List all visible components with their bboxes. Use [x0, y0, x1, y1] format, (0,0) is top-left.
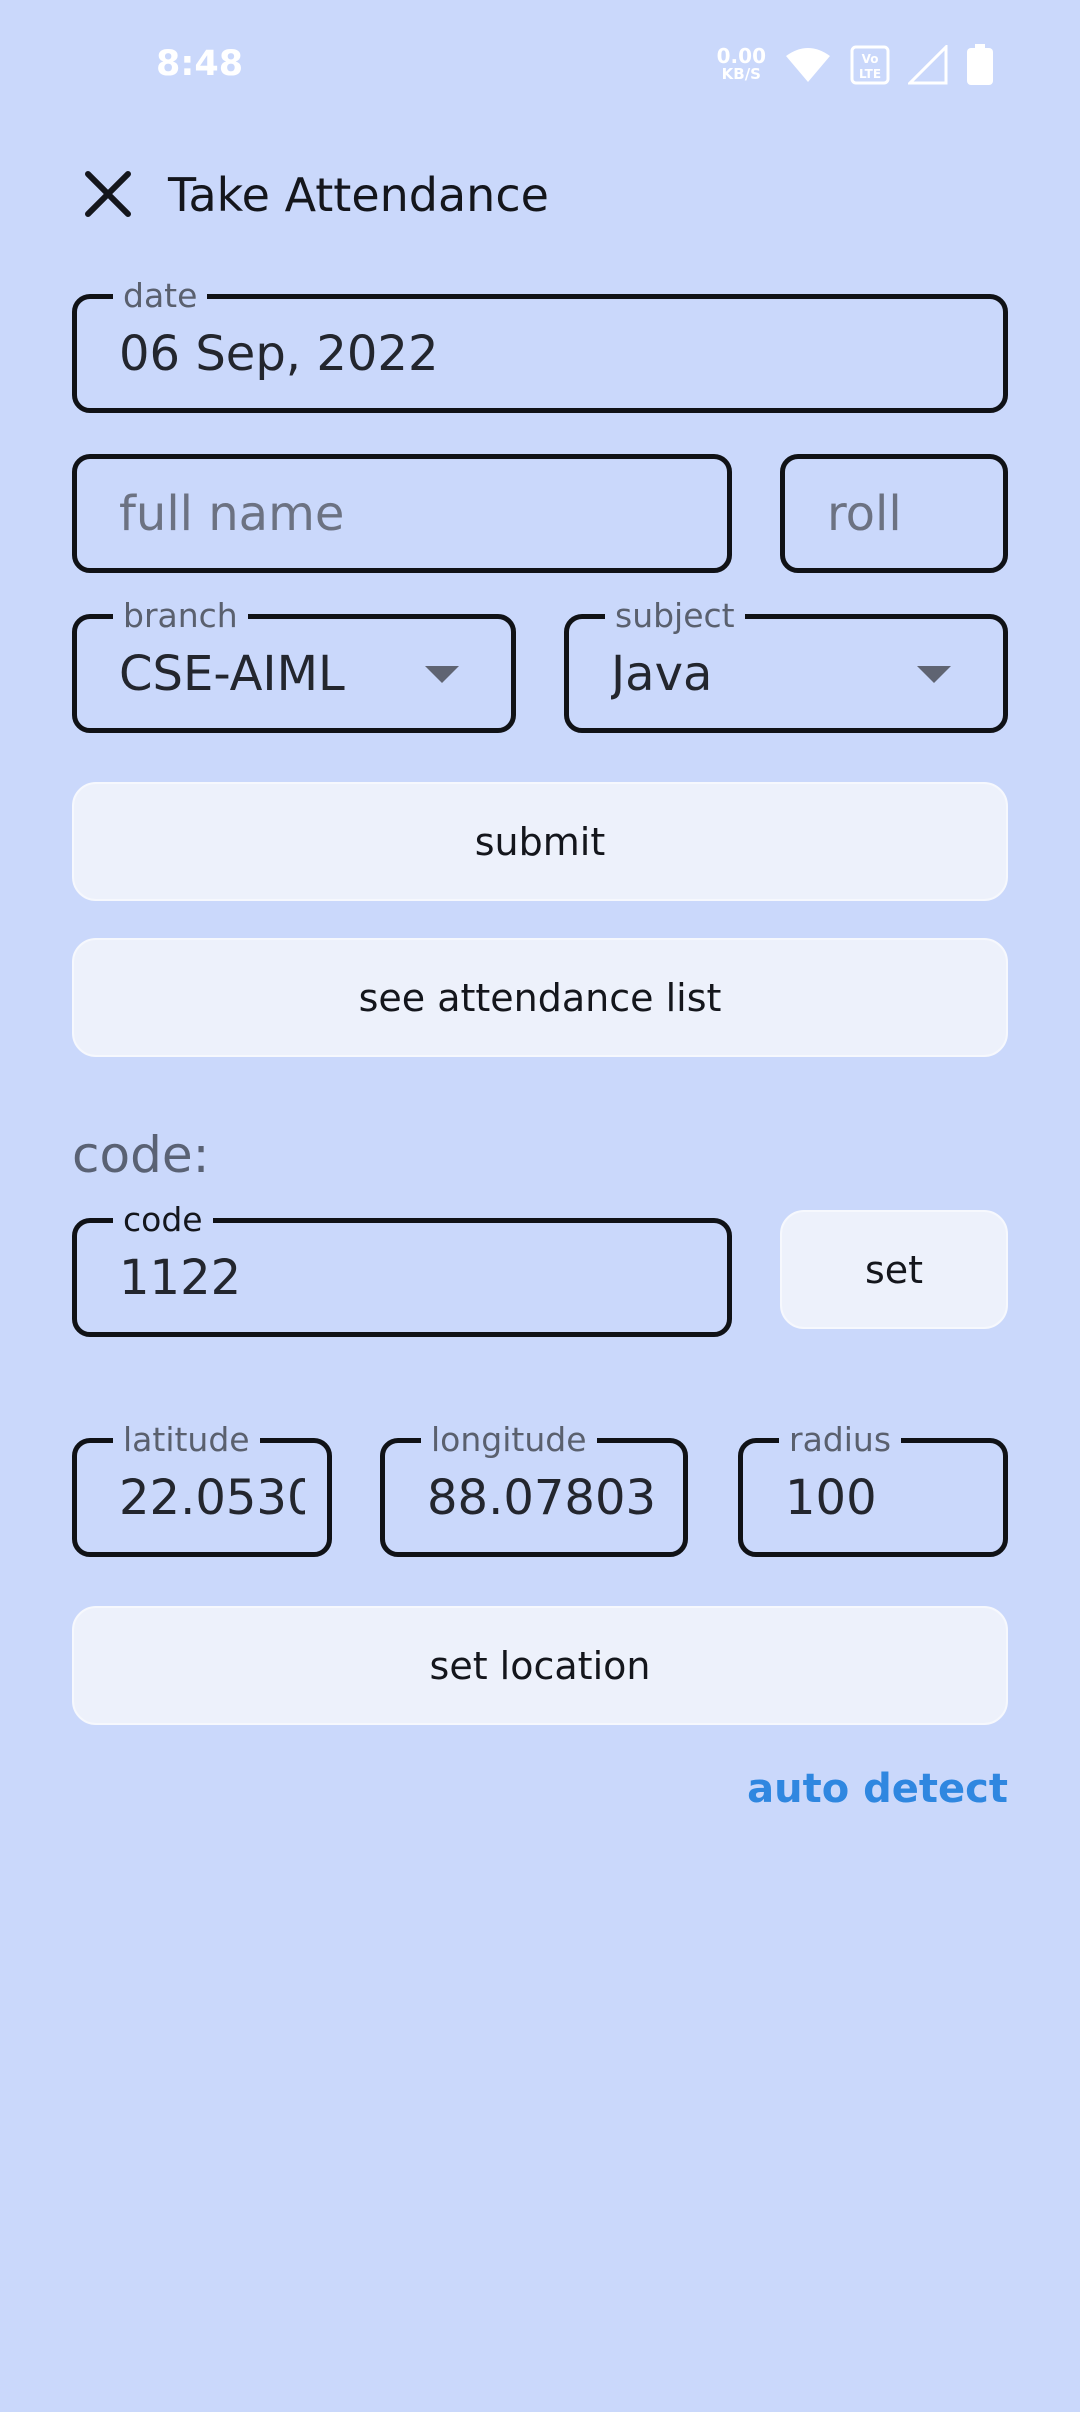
branch-dropdown[interactable]: branch CSE-AIML: [72, 597, 516, 733]
svg-text:LTE: LTE: [859, 67, 881, 81]
longitude-input[interactable]: longitude 88.07803: [380, 1421, 688, 1557]
subject-label: subject: [605, 597, 745, 635]
net-speed-unit: KB/S: [721, 65, 761, 83]
close-icon: [85, 171, 131, 217]
dropdown-arrow-icon: [425, 665, 459, 683]
longitude-label: longitude: [421, 1421, 597, 1459]
wifi-icon: [786, 48, 830, 82]
full-name-input[interactable]: full name: [72, 454, 732, 573]
set-code-button[interactable]: set: [780, 1210, 1008, 1329]
set-location-button[interactable]: set location: [72, 1606, 1008, 1725]
dropdown-arrow-icon: [917, 665, 951, 683]
submit-button[interactable]: submit: [72, 782, 1008, 901]
auto-detect-link[interactable]: auto detect: [747, 1766, 1008, 1812]
status-icons: 0.00 KB/S Vo LTE: [717, 44, 994, 86]
status-time: 8:48: [156, 44, 244, 84]
latitude-input[interactable]: latitude 22.0530: [72, 1421, 332, 1557]
radius-input[interactable]: radius 100: [738, 1421, 1008, 1557]
roll-placeholder: roll: [827, 485, 902, 542]
subject-dropdown[interactable]: subject Java: [564, 597, 1008, 733]
net-speed-value: 0.00: [716, 44, 766, 68]
svg-text:Vo: Vo: [862, 52, 879, 66]
close-button[interactable]: [78, 164, 138, 224]
battery-icon: [967, 44, 993, 85]
latitude-label: latitude: [113, 1421, 260, 1459]
date-field[interactable]: date 06 Sep, 2022: [72, 277, 1008, 413]
date-label: date: [113, 277, 208, 315]
subject-value: Java: [611, 645, 713, 702]
full-name-placeholder: full name: [119, 485, 345, 542]
radius-label: radius: [779, 1421, 902, 1459]
page-title: Take Attendance: [168, 168, 549, 222]
roll-input[interactable]: roll: [780, 454, 1008, 573]
code-input[interactable]: code 1122: [72, 1201, 732, 1337]
volte-icon: Vo LTE: [850, 45, 890, 85]
branch-value: CSE-AIML: [119, 645, 345, 702]
radius-value: 100: [785, 1469, 877, 1526]
code-section-heading: code:: [72, 1126, 210, 1184]
signal-icon: [908, 45, 948, 85]
see-attendance-list-button[interactable]: see attendance list: [72, 938, 1008, 1057]
date-value: 06 Sep, 2022: [119, 325, 439, 382]
branch-label: branch: [113, 597, 248, 635]
code-label: code: [113, 1201, 213, 1239]
longitude-value: 88.07803: [427, 1469, 657, 1526]
code-value: 1122: [119, 1249, 242, 1306]
latitude-value: 22.0530: [119, 1469, 305, 1526]
net-speed-indicator: 0.00 KB/S: [716, 44, 766, 83]
